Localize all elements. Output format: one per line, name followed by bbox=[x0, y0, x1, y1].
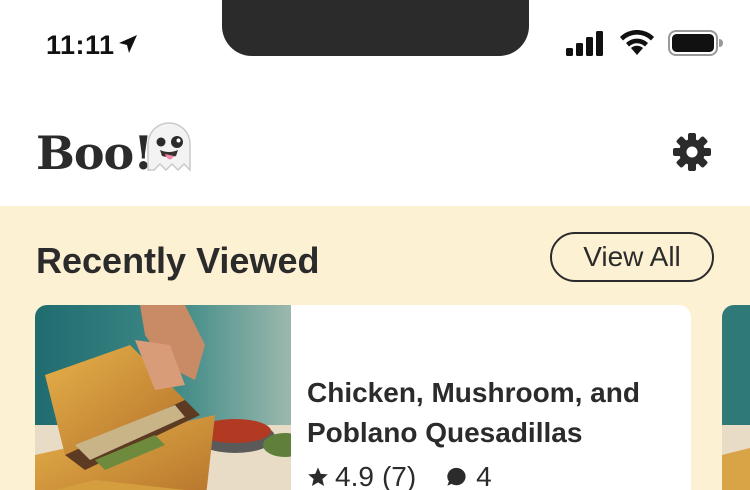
recipe-card[interactable]: Chicken, Mushroom, and Poblano Quesadill… bbox=[35, 305, 691, 490]
rating-count: (7) bbox=[381, 461, 417, 490]
location-arrow-icon bbox=[119, 35, 137, 53]
recipe-title: Chicken, Mushroom, and Poblano Quesadill… bbox=[307, 377, 640, 448]
ghost-icon bbox=[147, 122, 191, 172]
view-all-button[interactable]: View All bbox=[550, 232, 714, 282]
device-notch bbox=[222, 0, 529, 56]
app-brand-title: Boo! bbox=[36, 126, 153, 180]
star-icon bbox=[308, 467, 328, 486]
recipe-image bbox=[722, 305, 750, 490]
cellular-signal-icon bbox=[566, 31, 603, 56]
status-time: 11:11 bbox=[46, 30, 115, 60]
recipe-meta: 4.9 (7) 4 bbox=[307, 459, 492, 490]
section-title: Recently Viewed bbox=[36, 240, 320, 281]
wifi-icon bbox=[620, 30, 654, 55]
battery-icon bbox=[668, 30, 723, 56]
comment-icon bbox=[447, 467, 466, 486]
comment-count: 4 bbox=[476, 461, 492, 490]
rating-value: 4.9 bbox=[335, 461, 374, 490]
settings-gear-icon[interactable] bbox=[672, 132, 712, 172]
recipe-image bbox=[35, 305, 291, 490]
recipe-card-next[interactable] bbox=[722, 305, 750, 490]
